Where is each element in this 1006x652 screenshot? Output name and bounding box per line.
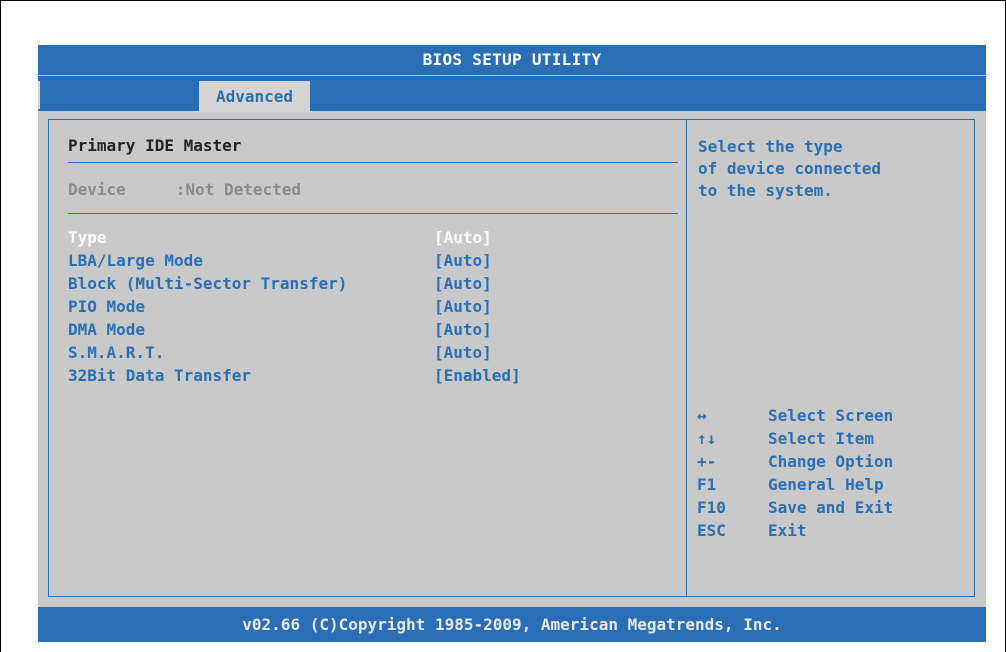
key-row-select-item: ↑↓ Select Item [697,429,967,452]
setting-label: Type [68,228,107,247]
setting-label: DMA Mode [68,320,146,339]
setting-value[interactable]: [Auto] [434,343,492,362]
left-right-arrow-icon: ↔ [697,406,707,425]
title-bar: BIOS SETUP UTILITY [38,45,986,75]
setting-value[interactable]: [Auto] [434,297,492,316]
key-row-general-help: F1 General Help [697,475,967,498]
settings-list: Type [Auto] LBA/Large Mode [Auto] Block … [68,228,668,389]
section-title: Primary IDE Master [68,136,242,155]
copyright-text: v02.66 (C)Copyright 1985-2009, American … [242,615,782,634]
setting-value[interactable]: [Auto] [434,274,492,293]
menu-bar: Advanced [38,75,986,112]
key-label: F1 [697,475,717,494]
setting-lba-large-mode[interactable]: LBA/Large Mode [Auto] [68,251,668,274]
bios-screen: BIOS SETUP UTILITY Advanced Primary IDE … [38,45,986,642]
key-desc: Change Option [768,452,894,471]
key-label: F10 [697,498,726,517]
footer-bar: v02.66 (C)Copyright 1985-2009, American … [38,607,986,642]
setting-label: S.M.A.R.T. [68,343,165,362]
setting-type[interactable]: Type [Auto] [68,228,668,251]
help-panel: Select the type of device connected to t… [686,119,975,597]
setting-label: PIO Mode [68,297,146,316]
setting-label: Block (Multi-Sector Transfer) [68,274,348,293]
help-line: of device connected [698,159,882,178]
device-label: Device [68,180,126,199]
key-desc: Select Screen [768,406,894,425]
tab-advanced[interactable]: Advanced [199,81,310,112]
menu-edge-mark [38,81,40,109]
help-text: Select the type of device connected to t… [698,136,968,202]
key-desc: General Help [768,475,884,494]
setting-dma-mode[interactable]: DMA Mode [Auto] [68,320,668,343]
app-title: BIOS SETUP UTILITY [422,50,602,69]
key-desc: Select Item [768,429,874,448]
setting-value[interactable]: [Auto] [434,320,492,339]
help-line: Select the type [698,137,843,156]
up-down-arrow-icon: ↑↓ [697,429,717,448]
key-row-change-option: +- Change Option [697,452,967,475]
divider-bottom [68,213,678,214]
key-label: +- [697,452,717,471]
setting-smart[interactable]: S.M.A.R.T. [Auto] [68,343,668,366]
key-label: ESC [697,521,726,540]
key-row-exit: ESC Exit [697,521,967,544]
setting-value[interactable]: [Enabled] [434,366,521,385]
key-row-save-exit: F10 Save and Exit [697,498,967,521]
device-info: Device :Not Detected [68,180,301,199]
divider-top [68,162,678,163]
setting-label: LBA/Large Mode [68,251,203,270]
help-line: to the system. [698,181,833,200]
setting-pio-mode[interactable]: PIO Mode [Auto] [68,297,668,320]
tab-advanced-label: Advanced [215,87,294,106]
setting-32bit-transfer[interactable]: 32Bit Data Transfer [Enabled] [68,366,668,389]
key-desc: Exit [768,521,807,540]
settings-panel: Primary IDE Master Device :Not Detected T… [48,119,687,597]
setting-value[interactable]: [Auto] [434,228,492,247]
key-desc: Save and Exit [768,498,894,517]
setting-block-transfer[interactable]: Block (Multi-Sector Transfer) [Auto] [68,274,668,297]
key-legend: ↔ Select Screen ↑↓ Select Item +- Change… [697,406,967,544]
setting-label: 32Bit Data Transfer [68,366,252,385]
key-row-select-screen: ↔ Select Screen [697,406,967,429]
setting-value[interactable]: [Auto] [434,251,492,270]
device-value: :Not Detected [175,180,302,199]
